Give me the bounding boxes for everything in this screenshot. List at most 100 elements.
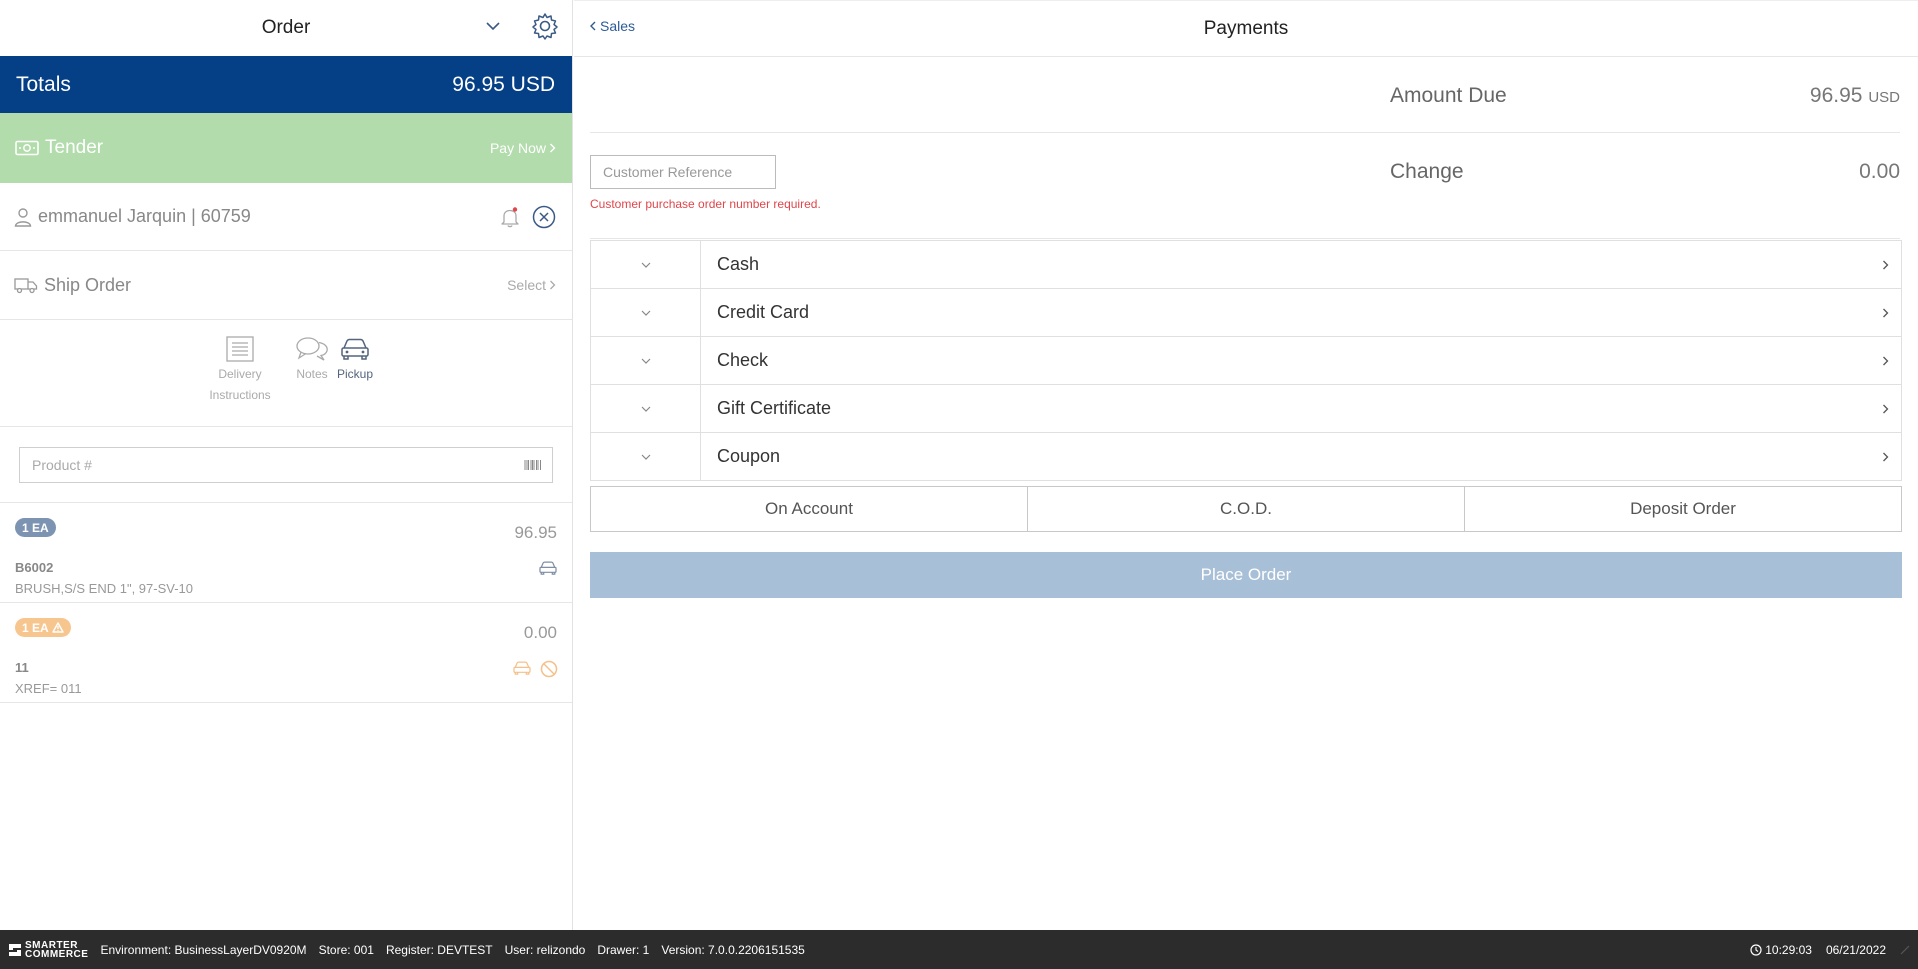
payment-method-coupon[interactable]: Coupon [590, 432, 1902, 481]
expand-toggle[interactable] [591, 433, 701, 480]
logo-words: SMARTER COMMERCE [25, 940, 89, 960]
pickup-option[interactable]: Pickup [334, 336, 376, 384]
expand-toggle[interactable] [591, 337, 701, 384]
method-label: Cash [717, 254, 760, 274]
remove-customer-icon[interactable] [532, 205, 556, 229]
qty-badge-label: 1 EA [22, 620, 49, 635]
payments-panel: Sales Payments Amount Due 96.95 USD Cust… [574, 0, 1918, 930]
change-row: Customer purchase order number required.… [590, 134, 1900, 239]
amount-due-value-group: 96.95 USD [1810, 84, 1900, 108]
deposit-order-button[interactable]: Deposit Order [1464, 486, 1902, 532]
clock-group: 10:29:03 [1750, 943, 1812, 957]
method-label-cell[interactable]: Coupon [701, 433, 1901, 480]
version-info: Version: 7.0.0.2206151535 [661, 942, 805, 957]
line-item[interactable]: 1 EA 0.00 11 XREF= 011 [0, 603, 572, 703]
method-label: Coupon [717, 446, 781, 466]
chevron-down-icon[interactable] [484, 17, 502, 35]
truck-icon [14, 278, 38, 294]
amount-due-value: 96.95 [1809, 84, 1863, 107]
ship-order-group: Ship Order [14, 275, 131, 296]
delivery-instructions-option[interactable]: Delivery Instructions [200, 336, 280, 406]
order-panel: Order Totals 96.95 USD Tender Pay Now em… [0, 0, 573, 930]
delivery-instructions-label: Delivery Instructions [209, 367, 271, 402]
payment-method-cash[interactable]: Cash [590, 240, 1902, 289]
payment-method-check[interactable]: Check [590, 336, 1902, 385]
chevron-right-icon [550, 280, 556, 290]
amount-due-currency: USD [1868, 89, 1900, 106]
method-label: Check [717, 350, 769, 370]
ship-order-label: Ship Order [44, 274, 132, 295]
line-item-icons [538, 560, 558, 576]
warning-icon [51, 622, 64, 633]
line-item[interactable]: 1 EA 96.95 B6002 BRUSH,S/S END 1", 97-SV… [0, 503, 572, 603]
chevron-right-icon [1883, 404, 1889, 413]
on-account-button[interactable]: On Account [590, 486, 1028, 532]
line-item-description: XREF= 011 [15, 681, 82, 696]
qty-badge[interactable]: 1 EA [15, 618, 71, 637]
chevron-left-icon [590, 21, 596, 31]
chevron-right-icon [550, 143, 556, 153]
notes-option[interactable]: Notes [292, 336, 332, 384]
drawer-info: Drawer: 1 [597, 942, 650, 957]
product-input-wrap [0, 427, 572, 503]
clock-icon [1750, 943, 1762, 956]
method-label-cell[interactable]: Cash [701, 241, 1901, 288]
line-item-price: 96.95 [514, 523, 557, 542]
chevron-down-icon [641, 358, 650, 364]
logo-mark-icon [9, 943, 21, 956]
status-time: 10:29:03 [1765, 942, 1812, 957]
chevron-down-icon [641, 454, 650, 460]
pay-now-label: Pay Now [489, 140, 546, 156]
customer-reference-input[interactable] [590, 155, 776, 189]
ship-select-label: Select [507, 277, 546, 293]
tender-label: Tender [45, 137, 104, 158]
back-to-sales-link[interactable]: Sales [590, 18, 635, 34]
environment-info: Environment: BusinessLayerDV0920M [100, 942, 307, 957]
payments-title: Payments [1203, 17, 1289, 39]
expand-toggle[interactable] [591, 241, 701, 288]
customer-name: emmanuel Jarquin | 60759 [38, 206, 251, 226]
expand-toggle[interactable] [591, 289, 701, 336]
gear-icon[interactable] [530, 11, 560, 41]
cod-button[interactable]: C.O.D. [1027, 486, 1465, 532]
alternate-payment-buttons: On Account C.O.D. Deposit Order [590, 486, 1902, 532]
chat-icon [296, 337, 328, 361]
expand-status-icon[interactable] [1900, 945, 1910, 955]
logo-line2: COMMERCE [25, 948, 89, 960]
user-info: User: relizondo [504, 942, 586, 957]
status-bar: SMARTER COMMERCE Environment: BusinessLa… [0, 930, 1918, 969]
register-info: Register: DEVTEST [385, 942, 493, 957]
product-field[interactable] [19, 447, 553, 483]
chevron-right-icon [1883, 452, 1889, 461]
chevron-down-icon [641, 310, 650, 316]
place-order-button[interactable]: Place Order [590, 552, 1902, 598]
line-item-icons [512, 660, 558, 678]
payment-method-gift-certificate[interactable]: Gift Certificate [590, 384, 1902, 433]
qty-badge-label: 1 EA [22, 520, 49, 535]
method-label-cell[interactable]: Check [701, 337, 1901, 384]
change-value: 0.00 [1859, 160, 1900, 183]
tender-label-group: Tender [15, 137, 103, 159]
method-label-cell[interactable]: Gift Certificate [701, 385, 1901, 432]
barcode-icon[interactable] [524, 459, 542, 471]
payment-method-credit-card[interactable]: Credit Card [590, 288, 1902, 337]
product-input[interactable] [32, 457, 432, 473]
tender-bar[interactable]: Tender Pay Now [0, 113, 572, 183]
method-label-cell[interactable]: Credit Card [701, 289, 1901, 336]
ship-select-link[interactable]: Select [507, 277, 556, 293]
ship-order-row[interactable]: Ship Order Select [0, 251, 572, 320]
status-date: 06/21/2022 [1825, 942, 1886, 957]
ship-options: Delivery Instructions Notes Pickup [0, 320, 572, 427]
car-icon [539, 561, 557, 575]
chevron-down-icon [641, 406, 650, 412]
payments-header: Sales Payments [574, 0, 1918, 57]
customer-row[interactable]: emmanuel Jarquin | 60759 [0, 183, 572, 251]
list-icon [226, 336, 254, 362]
payment-methods: Cash Credit Card Check Gift Certificate … [590, 240, 1902, 481]
bell-icon[interactable] [498, 205, 522, 229]
qty-badge[interactable]: 1 EA [15, 518, 56, 537]
expand-toggle[interactable] [591, 385, 701, 432]
totals-value: 96.95 USD [452, 72, 555, 96]
pay-now-link[interactable]: Pay Now [490, 140, 556, 156]
amount-due-row: Amount Due 96.95 USD [590, 57, 1900, 133]
